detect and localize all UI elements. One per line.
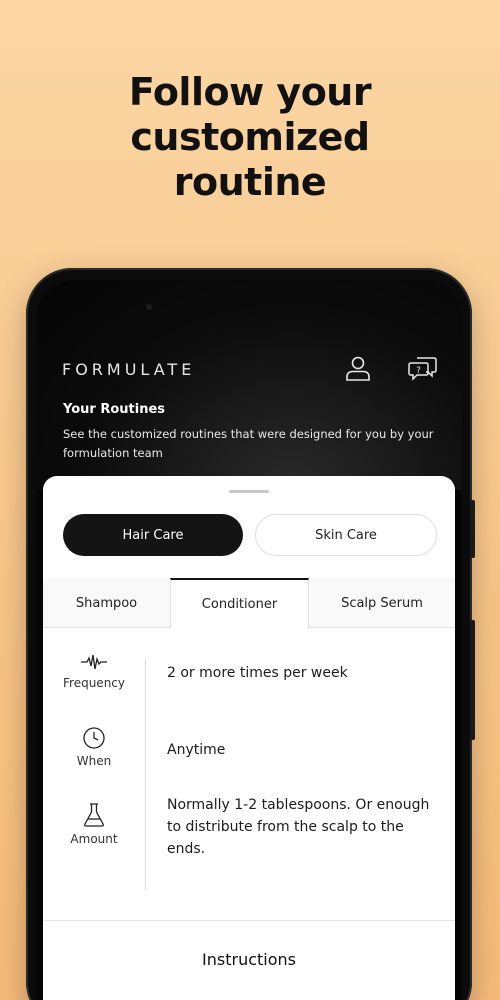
chat-question-icon[interactable]: ? xyxy=(408,354,438,382)
details-divider xyxy=(145,658,146,890)
flask-icon xyxy=(84,803,104,827)
tab-shampoo[interactable]: Shampoo xyxy=(43,578,170,628)
headline: Follow your customized routine xyxy=(0,70,500,205)
segment-hair-care[interactable]: Hair Care xyxy=(63,514,243,556)
sheet-grabber[interactable] xyxy=(229,490,269,493)
phone-screen: FORMULATE ? Your Routines See the custom… xyxy=(36,280,462,1000)
user-icon[interactable] xyxy=(344,354,372,382)
tab-scalp-serum[interactable]: Scalp Serum xyxy=(309,578,455,628)
phone-power-button xyxy=(470,500,475,558)
routines-subtitle: See the customized routines that were de… xyxy=(63,427,434,460)
routines-title: Your Routines xyxy=(63,402,166,417)
pulse-icon xyxy=(81,654,107,670)
frequency-label: Frequency xyxy=(63,676,125,690)
clock-icon xyxy=(83,727,105,749)
when-cell: When xyxy=(43,726,145,768)
section-divider xyxy=(43,920,455,921)
amount-value: Normally 1-2 tablespoons. Or enough to d… xyxy=(167,797,430,857)
frequency-cell: Frequency xyxy=(43,652,145,690)
front-camera xyxy=(146,304,152,310)
product-tabs: Shampoo Conditioner Scalp Serum xyxy=(43,578,455,629)
tab-conditioner[interactable]: Conditioner xyxy=(170,578,309,629)
amount-cell: Amount xyxy=(43,802,145,846)
svg-text:?: ? xyxy=(416,366,421,376)
frequency-value: 2 or more times per week xyxy=(167,665,348,681)
when-label: When xyxy=(76,754,112,768)
instructions-heading[interactable]: Instructions xyxy=(43,950,455,969)
routine-sheet: Hair Care Skin Care Shampoo Conditioner … xyxy=(43,476,455,1000)
headline-line-3: routine xyxy=(173,160,327,204)
routine-details: Frequency 2 or more times per week When … xyxy=(43,628,455,920)
headline-line-1: Follow your xyxy=(128,70,372,114)
phone-volume-button xyxy=(470,620,475,740)
headline-line-2: customized xyxy=(130,115,370,159)
segment-skin-care[interactable]: Skin Care xyxy=(255,514,437,556)
brand-logo: FORMULATE xyxy=(62,360,196,379)
when-value: Anytime xyxy=(167,742,226,758)
amount-label: Amount xyxy=(70,832,118,846)
